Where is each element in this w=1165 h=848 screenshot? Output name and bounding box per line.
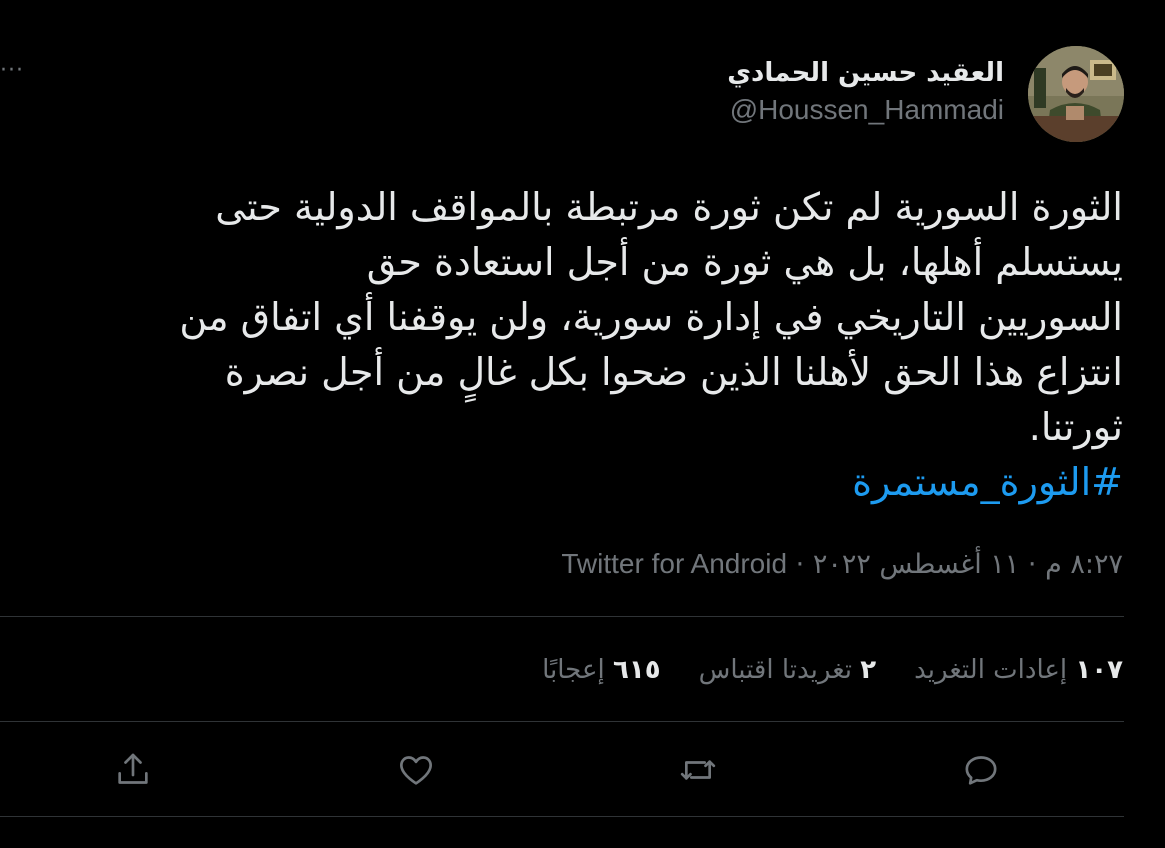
tweet-line: انتزاع هذا الحق لأهلنا الذين ضحوا بكل غا… xyxy=(224,350,1123,394)
tweet-line: السوريين التاريخي في إدارة سورية، ولن يو… xyxy=(179,295,1123,339)
quote-tweets-stat[interactable]: ٢ تغريدتا اقتباس xyxy=(699,648,877,692)
like-icon xyxy=(400,756,432,785)
likes-label: إعجابًا xyxy=(542,655,605,685)
meta-separator: · xyxy=(795,549,805,580)
share-button[interactable] xyxy=(113,750,157,794)
stats-row: ١٠٧ إعادات التغريد ٢ تغريدتا اقتباس ٦١٥ … xyxy=(542,648,1123,692)
tweet-text: الثورة السورية لم تكن ثورة مرتبطة بالموا… xyxy=(179,180,1123,510)
hashtag-link[interactable]: #الثورة_مستمرة xyxy=(179,455,1123,510)
retweets-label: إعادات التغريد xyxy=(914,655,1068,685)
divider xyxy=(0,616,1124,617)
retweets-count: ١٠٧ xyxy=(1075,655,1123,685)
tweet-line: الثورة السورية لم تكن ثورة مرتبطة بالموا… xyxy=(215,185,1123,229)
tweet-meta: ٨:٢٧ م · ١١ أغسطس ٢٠٢٢ · Twitter for And… xyxy=(561,544,1123,585)
retweet-icon xyxy=(680,760,716,780)
more-options-button[interactable]: ··· xyxy=(0,56,40,86)
divider xyxy=(0,816,1124,817)
avatar[interactable] xyxy=(1028,46,1124,142)
action-bar xyxy=(0,744,1124,800)
tweet-source[interactable]: Twitter for Android xyxy=(561,548,787,579)
quote-tweets-label: تغريدتا اقتباس xyxy=(698,655,853,685)
quote-tweets-count: ٢ xyxy=(860,655,877,685)
retweet-button[interactable] xyxy=(678,750,722,794)
profile-photo-icon xyxy=(1028,46,1124,142)
share-icon xyxy=(118,753,148,784)
author-block: العقيد حسين الحمادي @Houssen_Hammadi xyxy=(727,54,1004,128)
reply-icon xyxy=(965,756,997,785)
retweets-stat[interactable]: ١٠٧ إعادات التغريد xyxy=(914,648,1123,692)
tweet: ··· العقيد حسين الحمادي @Houssen_Hammadi… xyxy=(0,0,1165,848)
likes-stat[interactable]: ٦١٥ إعجابًا xyxy=(542,648,660,692)
divider xyxy=(0,721,1124,722)
reply-button[interactable] xyxy=(961,750,1005,794)
tweet-date[interactable]: ١١ أغسطس ٢٠٢٢ xyxy=(813,549,1019,580)
display-name[interactable]: العقيد حسين الحمادي xyxy=(727,54,1004,92)
tweet-line: يستسلم أهلها، بل هي ثورة من أجل استعادة … xyxy=(366,240,1123,284)
handle[interactable]: @Houssen_Hammadi xyxy=(727,92,1004,128)
tweet-time[interactable]: ٨:٢٧ م xyxy=(1045,549,1123,580)
like-button[interactable] xyxy=(396,750,440,794)
likes-count: ٦١٥ xyxy=(612,655,661,685)
meta-separator: · xyxy=(1027,549,1037,580)
tweet-line: ثورتنا. xyxy=(1028,405,1123,449)
